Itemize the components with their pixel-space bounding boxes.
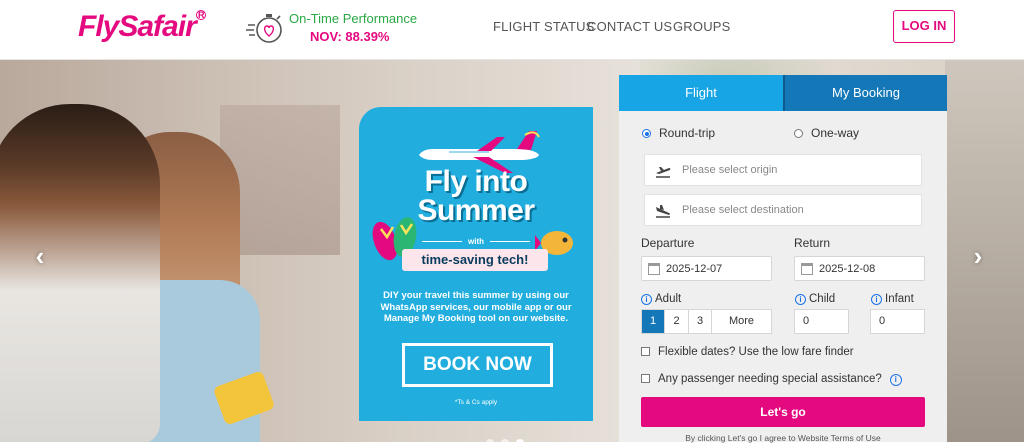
- adult-count-selector: 1 2 3 More: [641, 309, 772, 334]
- departure-date-input[interactable]: 2025-12-07: [641, 256, 772, 281]
- round-trip-radio[interactable]: Round-trip: [642, 126, 715, 140]
- calendar-icon: [801, 263, 813, 275]
- carousel-next-arrow-icon[interactable]: ›: [968, 243, 988, 269]
- nav-flight-status[interactable]: FLIGHT STATUS: [493, 19, 595, 34]
- lets-go-button[interactable]: Let's go: [641, 397, 925, 427]
- logo-text-fly: Fly: [78, 10, 119, 43]
- registered-mark: R: [195, 10, 206, 20]
- nav-groups[interactable]: GROUPS: [673, 19, 731, 34]
- departure-label: Departure: [641, 236, 695, 250]
- flexible-dates-checkbox[interactable]: Flexible dates? Use the low fare finder: [641, 346, 854, 358]
- origin-field[interactable]: Please select origin: [644, 154, 922, 186]
- info-icon[interactable]: i: [795, 294, 806, 305]
- adult-option-more[interactable]: More: [712, 310, 771, 333]
- info-icon[interactable]: i: [871, 294, 882, 305]
- adult-option-2[interactable]: 2: [665, 310, 689, 333]
- logo-text-safair: Safair: [118, 10, 196, 43]
- special-assistance-checkbox[interactable]: Any passenger needing special assistance…: [641, 373, 902, 386]
- return-date-input[interactable]: 2025-12-08: [794, 256, 925, 281]
- child-label-text: Child: [809, 293, 836, 305]
- return-label: Return: [794, 236, 831, 250]
- radio-unchecked-icon: [794, 129, 803, 138]
- infant-label: i Infant: [871, 293, 914, 305]
- destination-placeholder: Please select destination: [682, 204, 804, 216]
- one-way-radio[interactable]: One-way: [794, 126, 859, 140]
- booking-widget: Flight My Booking Round-trip One-way Ple…: [619, 75, 947, 443]
- return-date-value: 2025-12-08: [819, 263, 876, 275]
- nav-contact-us[interactable]: CONTACT US: [587, 19, 672, 34]
- special-assistance-label: Any passenger needing special assistance…: [658, 373, 882, 385]
- promo-terms: *Ts & Cs apply: [454, 399, 498, 406]
- login-button[interactable]: LOG IN: [893, 10, 955, 43]
- promo-tagline: time-saving tech!: [402, 249, 548, 271]
- tab-my-booking[interactable]: My Booking: [783, 75, 947, 111]
- promo-description: DIY your travel this summer by using our…: [380, 290, 572, 324]
- round-trip-label: Round-trip: [659, 126, 716, 140]
- info-icon[interactable]: i: [641, 294, 652, 305]
- child-count-input[interactable]: 0: [794, 309, 849, 334]
- promo-title-line1: Fly into: [424, 165, 528, 198]
- adult-option-3[interactable]: 3: [689, 310, 712, 333]
- promo-with-label: with: [359, 237, 593, 246]
- radio-checked-icon: [642, 129, 651, 138]
- stopwatch-heart-icon: [246, 14, 282, 43]
- child-label: i Child: [795, 293, 835, 305]
- infant-count-input[interactable]: 0: [870, 309, 925, 334]
- flysafair-logo[interactable]: FlySafair R: [78, 10, 206, 44]
- info-icon[interactable]: i: [889, 374, 902, 386]
- landing-icon: [656, 205, 670, 218]
- origin-placeholder: Please select origin: [682, 164, 778, 176]
- carousel-prev-arrow-icon[interactable]: ‹: [30, 243, 50, 269]
- adult-label: i Adult: [641, 293, 681, 305]
- adult-label-text: Adult: [655, 293, 682, 305]
- calendar-icon: [648, 263, 660, 275]
- book-now-button[interactable]: BOOK NOW: [402, 343, 553, 387]
- tab-flight[interactable]: Flight: [619, 75, 783, 111]
- takeoff-icon: [656, 167, 671, 178]
- one-way-label: One-way: [811, 126, 860, 140]
- promo-banner: Fly into Summer with time-saving tech! D…: [359, 107, 593, 421]
- adult-option-1[interactable]: 1: [642, 310, 665, 333]
- destination-field[interactable]: Please select destination: [644, 194, 922, 226]
- infant-label-text: Infant: [885, 293, 914, 305]
- otp-label: On-Time Performance: [289, 11, 418, 26]
- checkbox-icon: [641, 347, 650, 356]
- checkbox-icon: [641, 374, 650, 383]
- hero-man-image: [0, 104, 160, 442]
- flexible-dates-label: Flexible dates? Use the low fare finder: [658, 346, 854, 358]
- otp-value: NOV: 88.39%: [310, 29, 390, 44]
- site-header: FlySafair R On-Time Performance NOV: 88.…: [0, 0, 1024, 60]
- departure-date-value: 2025-12-07: [666, 263, 723, 275]
- carousel-indicators: [486, 434, 531, 442]
